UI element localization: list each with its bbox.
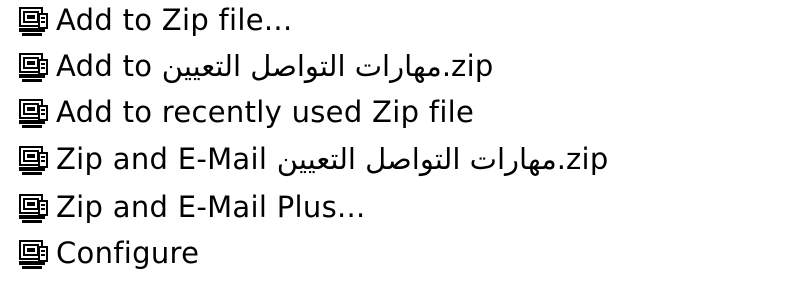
- winzip-icon: [16, 95, 50, 129]
- winzip-icon: [16, 3, 50, 37]
- winzip-icon: [16, 142, 50, 176]
- menu-item-zip-and-email-plus[interactable]: Zip and E-Mail Plus...: [16, 187, 806, 227]
- menu-item-add-to-recent-zip[interactable]: Add to recently used Zip file: [16, 92, 806, 132]
- menu-item-label: Zip and E-Mail Plus...: [56, 190, 366, 224]
- menu-item-label: Configure: [56, 236, 200, 270]
- winzip-icon: [16, 49, 50, 83]
- winzip-icon: [16, 236, 50, 270]
- menu-item-configure[interactable]: Configure: [16, 233, 806, 273]
- menu-item-label: Add to مهارات التواصل التعيين.zip: [56, 49, 494, 83]
- menu-item-add-to-zip-file[interactable]: Add to Zip file...: [16, 0, 806, 40]
- menu-item-label: Zip and E-Mail مهارات التواصل التعيين.zi…: [56, 142, 609, 176]
- winzip-context-menu: Add to Zip file... Add to مهارات التواصل…: [0, 0, 810, 283]
- winzip-icon: [16, 190, 50, 224]
- menu-item-label: Add to Zip file...: [56, 3, 293, 37]
- menu-item-zip-and-email-named[interactable]: Zip and E-Mail مهارات التواصل التعيين.zi…: [16, 139, 806, 179]
- menu-item-add-to-named-zip[interactable]: Add to مهارات التواصل التعيين.zip: [16, 46, 806, 86]
- menu-item-label: Add to recently used Zip file: [56, 95, 475, 129]
